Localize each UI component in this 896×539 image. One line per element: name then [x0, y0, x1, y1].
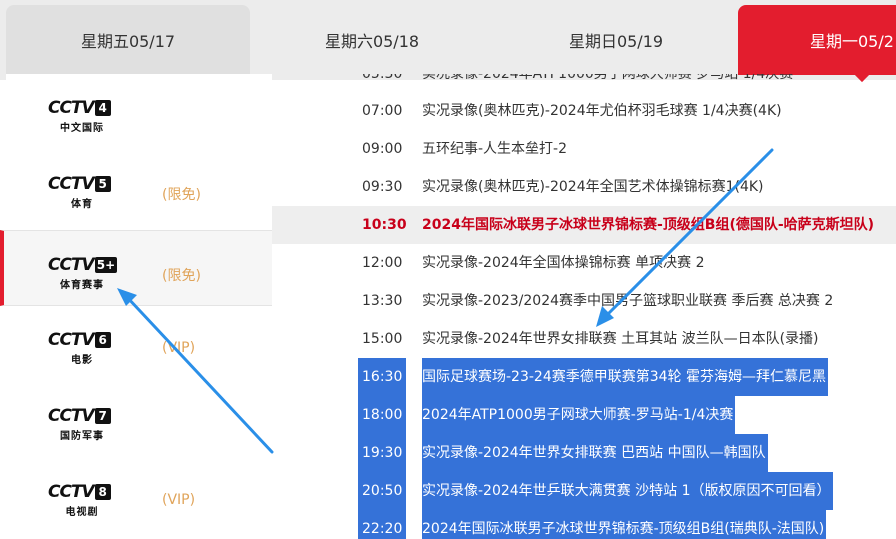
channel-tag: (限免): [162, 187, 201, 203]
program-time: 20:50: [358, 472, 407, 510]
channel-item-cctv5[interactable]: CCTV 5 体育 (限免): [6, 150, 272, 226]
program-time: 05:30: [362, 74, 403, 82]
logo-brand: CCTV: [48, 255, 95, 275]
channel-item-cctv7[interactable]: CCTV 7 国防军事: [6, 382, 272, 458]
program-row[interactable]: 13:30 实况录像-2023/2024赛季中国男子篮球职业联赛 季后赛 总决赛…: [272, 282, 896, 320]
logo-subtitle: 国防军事: [60, 431, 104, 442]
logo-subtitle: 电影: [71, 355, 93, 366]
program-list: 05:30 实况录像-2024年ATP1000男子网球大师赛 罗马站 1/4决赛…: [272, 74, 896, 539]
program-time: 09:00: [362, 141, 403, 157]
program-title: 五环纪事-人生本垒打-2: [422, 141, 568, 157]
logo-subtitle: 电视剧: [65, 507, 99, 518]
tab-day-fri[interactable]: 星期五05/17: [6, 5, 250, 75]
cctv7-logo: CCTV 7 国防军事: [48, 406, 118, 444]
channel-tag: (VIP): [162, 340, 196, 356]
cctv6-logo: CCTV 6 电影: [48, 330, 118, 368]
logo-brand: CCTV: [48, 482, 95, 502]
cctv8-logo: CCTV 8 电视剧: [48, 482, 118, 520]
channel-item-cctv6[interactable]: CCTV 6 电影 (VIP): [6, 306, 272, 382]
cctv5-logo: CCTV 5 体育: [48, 174, 118, 212]
tab-label: 星期日05/19: [568, 32, 664, 51]
program-title: 2024年国际冰联男子冰球世界锦标赛-顶级组B组(德国队-哈萨克斯坦队): [422, 217, 875, 233]
program-row-current[interactable]: 10:30 2024年国际冰联男子冰球世界锦标赛-顶级组B组(德国队-哈萨克斯坦…: [272, 206, 896, 244]
program-time: 16:30: [358, 358, 407, 396]
program-time: 15:00: [362, 331, 403, 347]
channel-item-cctv4[interactable]: CCTV 4 中文国际: [6, 74, 272, 150]
program-row[interactable]: 05:30 实况录像-2024年ATP1000男子网球大师赛 罗马站 1/4决赛: [272, 74, 896, 93]
program-title: 实况录像-2024年世界女排联赛 巴西站 中国队—韩国队: [422, 434, 768, 472]
logo-number: 8: [94, 484, 111, 500]
program-row-selected[interactable]: 16:30 国际足球赛场-23-24赛季德甲联赛第34轮 霍芬海姆—拜仁慕尼黑: [272, 358, 896, 396]
logo-subtitle: 体育赛事: [60, 280, 104, 291]
logo-number: 7: [94, 408, 111, 424]
program-row-selected[interactable]: 18:00 2024年ATP1000男子网球大师赛-罗马站-1/4决赛: [272, 396, 896, 434]
program-title: 实况录像-2024年ATP1000男子网球大师赛 罗马站 1/4决赛: [422, 74, 794, 82]
logo-brand: CCTV: [48, 330, 95, 350]
logo-subtitle: 中文国际: [60, 123, 104, 134]
program-title: 2024年ATP1000男子网球大师赛-罗马站-1/4决赛: [422, 396, 736, 434]
logo-brand: CCTV: [48, 406, 95, 426]
tab-day-sat[interactable]: 星期六05/18: [250, 5, 494, 75]
program-title: 实况录像-2023/2024赛季中国男子篮球职业联赛 季后赛 总决赛 2: [422, 293, 834, 309]
channel-list: CCTV 4 中文国际 CCTV 5 体育 (限免) CCTV 5+ 体育赛事 (限免…: [0, 74, 272, 539]
logo-subtitle: 体育: [71, 199, 93, 210]
channel-tag: (VIP): [162, 492, 196, 508]
logo-brand: CCTV: [48, 98, 95, 118]
program-row-selected[interactable]: 19:30 实况录像-2024年世界女排联赛 巴西站 中国队—韩国队: [272, 434, 896, 472]
cctv5plus-logo: CCTV 5+ 体育赛事: [48, 255, 118, 293]
program-row[interactable]: 09:30 实况录像(奥林匹克)-2024年全国艺术体操锦标赛1(4K): [272, 168, 896, 206]
logo-number: 5+: [94, 257, 118, 273]
program-title: 实况录像-2024年世乒联大满贯赛 沙特站 1（版权原因不可回看）: [422, 472, 833, 510]
tab-label: 星期五05/17: [80, 32, 176, 51]
program-row[interactable]: 15:00 实况录像-2024年世界女排联赛 土耳其站 波兰队—日本队(录播): [272, 320, 896, 358]
logo-number: 6: [94, 332, 111, 348]
tab-label: 星期一05/2: [810, 32, 894, 51]
program-title: 国际足球赛场-23-24赛季德甲联赛第34轮 霍芬海姆—拜仁慕尼黑: [422, 358, 828, 396]
channel-item-cctv5plus[interactable]: CCTV 5+ 体育赛事 (限免): [0, 230, 272, 306]
program-row[interactable]: 09:00 五环纪事-人生本垒打-2: [272, 130, 896, 168]
program-title: 实况录像-2024年世界女排联赛 土耳其站 波兰队—日本队(录播): [422, 331, 819, 347]
program-title: 实况录像-2024年全国体操锦标赛 单项决赛 2: [422, 255, 705, 271]
cctv4-logo: CCTV 4 中文国际: [48, 98, 118, 136]
program-time: 09:30: [362, 179, 403, 195]
program-row-selected[interactable]: 22:20 2024年国际冰联男子冰球世界锦标赛-顶级组B组(瑞典队-法国队): [272, 510, 896, 539]
program-title: 实况录像(奥林匹克)-2024年尤伯杯羽毛球赛 1/4决赛(4K): [422, 103, 782, 119]
program-time: 22:20: [358, 510, 407, 539]
program-row[interactable]: 07:00 实况录像(奥林匹克)-2024年尤伯杯羽毛球赛 1/4决赛(4K): [272, 92, 896, 130]
program-time: 10:30: [362, 217, 407, 233]
channel-item-cctv8[interactable]: CCTV 8 电视剧 (VIP): [6, 458, 272, 534]
tab-day-mon[interactable]: 星期一05/2: [738, 5, 896, 75]
program-time: 19:30: [358, 434, 407, 472]
channel-tag: (限免): [162, 268, 201, 284]
tab-label: 星期六05/18: [324, 32, 420, 51]
program-row-selected[interactable]: 20:50 实况录像-2024年世乒联大满贯赛 沙特站 1（版权原因不可回看）: [272, 472, 896, 510]
program-time: 13:30: [362, 293, 403, 309]
program-time: 18:00: [358, 396, 407, 434]
tab-day-sun[interactable]: 星期日05/19: [494, 5, 738, 75]
program-title: 2024年国际冰联男子冰球世界锦标赛-顶级组B组(瑞典队-法国队): [422, 510, 827, 539]
logo-brand: CCTV: [48, 174, 95, 194]
program-row[interactable]: 12:00 实况录像-2024年全国体操锦标赛 单项决赛 2: [272, 244, 896, 282]
program-time: 07:00: [362, 103, 403, 119]
logo-number: 5: [94, 176, 111, 192]
program-title: 实况录像(奥林匹克)-2024年全国艺术体操锦标赛1(4K): [422, 179, 764, 195]
day-tabs: 星期五05/17 星期六05/18 星期日05/19 星期一05/2: [0, 0, 896, 83]
logo-number: 4: [94, 100, 111, 116]
program-time: 12:00: [362, 255, 403, 271]
